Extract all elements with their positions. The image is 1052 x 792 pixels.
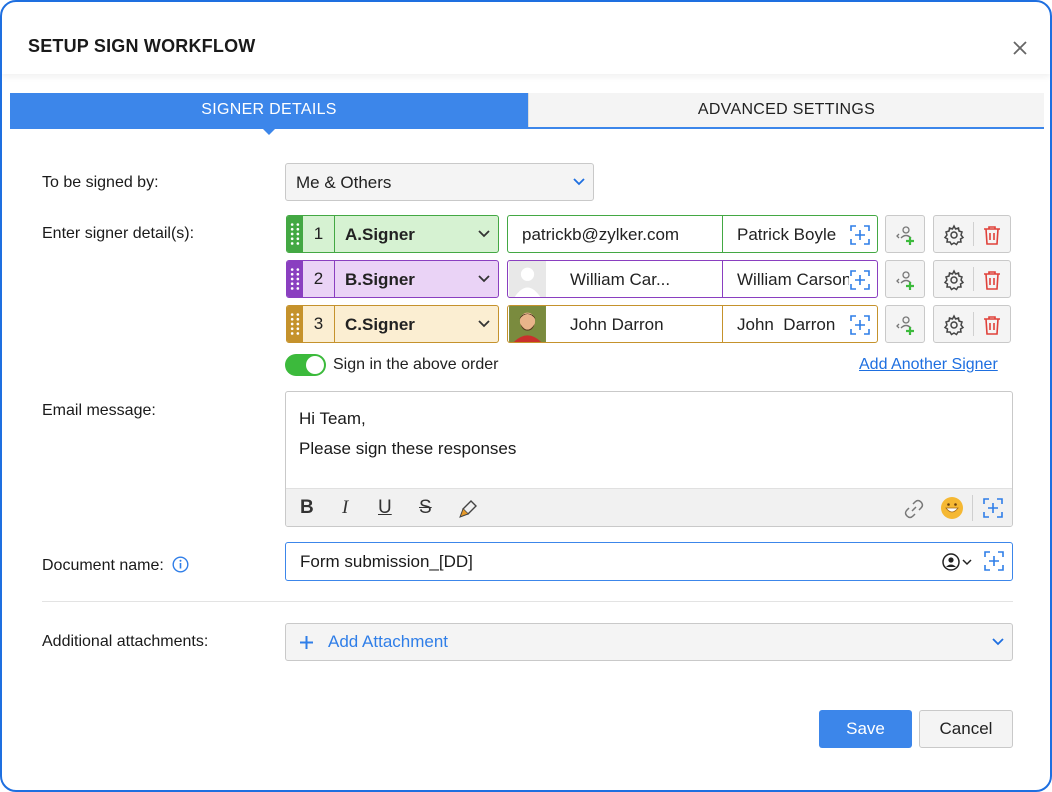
add-contact-icon	[896, 226, 914, 245]
chevron-down-icon[interactable]	[962, 559, 972, 566]
gear-icon[interactable]	[943, 224, 965, 246]
signer-order: 3	[303, 306, 335, 342]
underline-button[interactable]: U	[378, 497, 392, 519]
divider	[42, 601, 1013, 602]
signer-actions	[933, 305, 1011, 343]
signer-role-select[interactable]: 3 C.Signer	[286, 305, 499, 343]
document-name-label-text: Document name:	[42, 557, 164, 574]
add-contact-button[interactable]	[885, 215, 925, 253]
signer-actions	[933, 215, 1011, 253]
close-icon[interactable]	[1010, 38, 1030, 58]
signer-info: patrickb@zylker.com Patrick Boyle	[507, 215, 878, 253]
add-contact-button[interactable]	[885, 260, 925, 298]
drag-handle-icon[interactable]	[287, 216, 303, 252]
avatar	[509, 261, 546, 297]
chevron-down-icon	[573, 178, 585, 186]
signer-details-label: Enter signer detail(s):	[42, 225, 195, 242]
add-contact-icon	[896, 271, 914, 290]
signer-order: 2	[303, 261, 335, 297]
drag-handle-icon[interactable]	[287, 306, 303, 342]
trash-icon[interactable]	[981, 314, 1003, 336]
dialog-header: SETUP SIGN WORKFLOW	[2, 2, 1050, 74]
signer-name-input[interactable]: John Darron	[737, 315, 849, 335]
attachments-label: Additional attachments:	[42, 633, 209, 650]
add-attachment-label: Add Attachment	[328, 632, 449, 651]
dialog-title: SETUP SIGN WORKFLOW	[28, 36, 256, 56]
email-message-editor[interactable]: Hi Team, Please sign these responses B I…	[285, 391, 1013, 527]
signer-order: 1	[303, 216, 335, 252]
signer-role-select[interactable]: 2 B.Signer	[286, 260, 499, 298]
chevron-down-icon	[992, 638, 1004, 646]
signed-by-label: To be signed by:	[42, 174, 159, 191]
italic-button[interactable]: I	[342, 497, 348, 519]
signer-role: B.Signer	[345, 270, 415, 289]
signer-role-select[interactable]: 1 A.Signer	[286, 215, 499, 253]
insert-field-icon[interactable]	[982, 497, 1004, 519]
tab-bar: SIGNER DETAILS ADVANCED SETTINGS	[10, 93, 1044, 135]
gear-icon[interactable]	[943, 314, 965, 336]
avatar	[509, 306, 546, 342]
insert-field-icon[interactable]	[849, 269, 871, 291]
email-line: Please sign these responses	[299, 439, 517, 458]
add-another-signer-link[interactable]: Add Another Signer	[859, 356, 998, 374]
drag-handle-icon[interactable]	[287, 261, 303, 297]
chevron-down-icon	[478, 230, 490, 238]
email-line: Hi Team,	[299, 409, 366, 428]
insert-field-icon[interactable]	[983, 550, 1005, 572]
document-name-input[interactable]: Form submission_[DD]	[285, 542, 1013, 581]
tab-signer-details[interactable]: SIGNER DETAILS	[10, 93, 528, 135]
strikethrough-button[interactable]: S	[419, 497, 432, 519]
signer-role: C.Signer	[345, 315, 415, 334]
sign-order-toggle[interactable]	[285, 354, 326, 376]
dialog: SETUP SIGN WORKFLOW SIGNER DETAILS ADVAN…	[0, 0, 1052, 792]
save-button[interactable]: Save	[819, 710, 912, 748]
signer-actions	[933, 260, 1011, 298]
document-name-label: Document name:	[42, 553, 189, 575]
signer-info: William Car... William Carson	[507, 260, 878, 298]
add-contact-button[interactable]	[885, 305, 925, 343]
signer-name-input[interactable]: William Carson	[737, 270, 849, 290]
signed-by-select[interactable]: Me & Others	[285, 163, 594, 201]
tab-advanced-settings[interactable]: ADVANCED SETTINGS	[528, 93, 1044, 127]
emoji-icon[interactable]	[940, 496, 964, 520]
signer-email-input[interactable]: patrickb@zylker.com	[522, 225, 679, 245]
paint-icon[interactable]	[458, 499, 478, 519]
sign-order-label: Sign in the above order	[333, 356, 499, 373]
bold-button[interactable]: B	[300, 497, 314, 519]
person-icon[interactable]	[942, 553, 960, 571]
insert-field-icon[interactable]	[849, 224, 871, 246]
email-message-label: Email message:	[42, 402, 156, 419]
trash-icon[interactable]	[981, 269, 1003, 291]
signer-email-input[interactable]: John Darron	[570, 315, 664, 335]
gear-icon[interactable]	[943, 269, 965, 291]
link-icon[interactable]	[904, 499, 924, 519]
chevron-down-icon	[478, 320, 490, 328]
plus-icon	[300, 636, 313, 649]
cancel-button[interactable]: Cancel	[919, 710, 1013, 748]
add-contact-icon	[896, 316, 914, 335]
add-attachment-button[interactable]: Add Attachment	[285, 623, 1013, 661]
signed-by-value: Me & Others	[296, 173, 392, 192]
document-name-value: Form submission_[DD]	[300, 552, 473, 571]
signer-info: John Darron John Darron	[507, 305, 878, 343]
insert-field-icon[interactable]	[849, 314, 871, 336]
signer-name-input[interactable]: Patrick Boyle	[737, 225, 849, 245]
trash-icon[interactable]	[981, 224, 1003, 246]
signer-email-input[interactable]: William Car...	[570, 270, 670, 290]
editor-toolbar: B I U S	[286, 488, 1012, 526]
info-icon[interactable]	[172, 556, 189, 573]
signer-role: A.Signer	[345, 225, 415, 244]
chevron-down-icon	[478, 275, 490, 283]
